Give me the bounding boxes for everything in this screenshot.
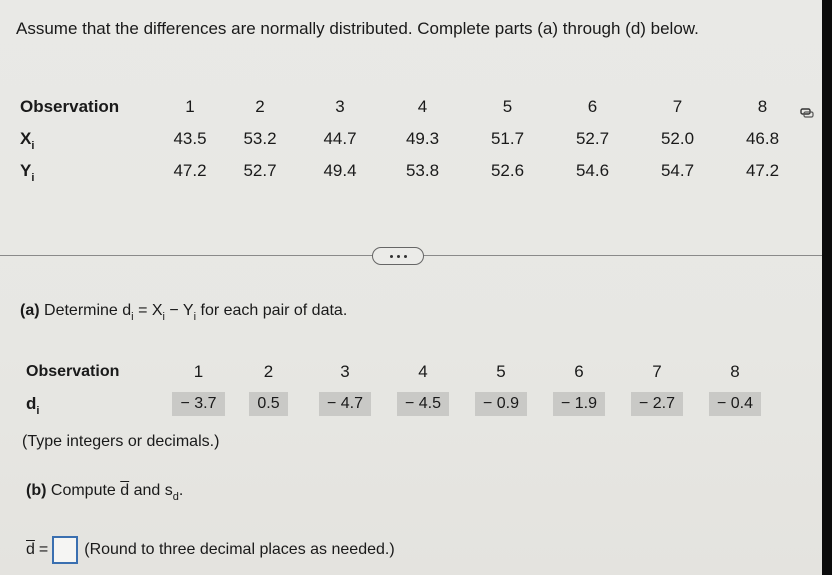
obs-5: 5	[502, 97, 513, 116]
d-subscript: i	[36, 405, 40, 417]
obs-4: 4	[417, 97, 428, 116]
d-bar-answer-row: d = (Round to three decimal places as ne…	[26, 536, 395, 564]
obs-2: 2	[263, 362, 274, 381]
rounding-hint: (Round to three decimal places as needed…	[84, 541, 395, 558]
y-value: 52.6	[490, 161, 525, 180]
obs-3: 3	[340, 362, 350, 381]
obs-3: 3	[335, 97, 345, 116]
x-value: 52.7	[575, 129, 610, 148]
obs-1: 1	[185, 97, 195, 116]
subscript: i	[162, 311, 165, 323]
x-value: 52.0	[660, 129, 695, 148]
x-value: 49.3	[405, 129, 440, 148]
obs-7: 7	[652, 362, 662, 381]
x-label: Xi	[20, 123, 160, 155]
observation-header: Observation	[26, 363, 120, 380]
data-table: Observation 1 2 3 4 5 6 7 8 Xi 43.5 53.2…	[20, 91, 805, 187]
format-note: (Type integers or decimals.)	[22, 433, 220, 450]
part-a-text: = X	[133, 302, 163, 319]
d-cell: − 3.7	[166, 388, 231, 420]
d-answer-box[interactable]: − 4.7	[318, 392, 372, 416]
d-cell: − 2.7	[618, 388, 696, 420]
d-answer-box[interactable]: − 0.4	[708, 392, 762, 416]
d-answer-box[interactable]: 0.5	[249, 392, 288, 416]
y-label: Yi	[20, 155, 160, 187]
x-value: 44.7	[323, 129, 357, 148]
y-value: 49.4	[323, 161, 357, 180]
screen-edge	[822, 0, 832, 575]
y-letter: Y	[20, 161, 32, 180]
y-value: 47.2	[173, 161, 207, 180]
obs-4: 4	[418, 362, 428, 381]
part-a-label: (a)	[20, 302, 40, 319]
d-answer-box[interactable]: − 4.5	[396, 392, 450, 416]
part-b-text: Compute	[50, 482, 121, 499]
part-a-text: − Y	[164, 302, 194, 319]
part-b-label: (b)	[26, 482, 47, 499]
table-row-d: di − 3.7 0.5 − 4.7 − 4.5 − 0.9 − 1.9 − 2…	[26, 388, 774, 420]
observation-header: Observation	[20, 97, 120, 116]
d-bar-symbol: d	[120, 482, 130, 499]
x-value: 43.5	[173, 129, 207, 148]
obs-8: 8	[757, 97, 768, 116]
more-dots-icon[interactable]	[372, 247, 424, 265]
d-bar-input[interactable]	[52, 536, 79, 564]
obs-8: 8	[730, 362, 740, 381]
table-row-observation: Observation 1 2 3 4 5 6 7 8	[20, 91, 805, 123]
x-value: 46.8	[745, 129, 780, 148]
y-value: 54.6	[575, 161, 610, 180]
x-subscript: i	[31, 140, 35, 152]
question-page: Assume that the differences are normally…	[0, 0, 822, 575]
obs-2: 2	[255, 97, 265, 116]
d-answer-box[interactable]: − 1.9	[552, 392, 606, 416]
table-row-y: Yi 47.2 52.7 49.4 53.8 52.6 54.6 54.7 47…	[20, 155, 805, 187]
part-b-prompt: (b) Compute d and sd.	[26, 482, 184, 503]
d-answer-box[interactable]: − 2.7	[630, 392, 684, 416]
y-value: 52.7	[243, 161, 277, 180]
x-value: 53.2	[243, 129, 277, 148]
obs-7: 7	[672, 97, 683, 116]
d-cell: − 4.7	[306, 388, 384, 420]
y-subscript: i	[31, 172, 35, 184]
part-b-text: .	[178, 482, 184, 499]
subscript: i	[131, 311, 134, 323]
obs-1: 1	[193, 362, 204, 381]
d-label: di	[26, 388, 166, 420]
part-a-text: for each pair of data.	[196, 302, 348, 319]
part-a-text: Determine d	[44, 302, 132, 319]
y-value: 47.2	[745, 161, 780, 180]
differences-table: Observation 1 2 3 4 5 6 7 8 di − 3.7 0.5…	[26, 356, 774, 420]
y-value: 54.7	[660, 161, 695, 180]
d-cell: − 4.5	[384, 388, 462, 420]
d-cell: − 0.4	[696, 388, 774, 420]
y-value: 53.8	[405, 161, 440, 180]
d-letter: d	[26, 394, 37, 413]
x-value: 51.7	[490, 129, 525, 148]
subscript: i	[193, 311, 197, 323]
d-cell: − 0.9	[462, 388, 540, 420]
d-cell: − 1.9	[540, 388, 618, 420]
copy-icon[interactable]	[800, 108, 814, 118]
question-intro: Assume that the differences are normally…	[16, 19, 699, 38]
x-letter: X	[20, 129, 32, 148]
obs-6: 6	[587, 97, 598, 116]
d-answer-box[interactable]: − 0.9	[474, 392, 528, 416]
table-row-observation: Observation 1 2 3 4 5 6 7 8	[26, 356, 774, 388]
subscript: d	[172, 491, 179, 503]
table-row-x: Xi 43.5 53.2 44.7 49.3 51.7 52.7 52.0 46…	[20, 123, 805, 155]
part-a-prompt: (a) Determine di = Xi − Yi for each pair…	[20, 302, 348, 323]
part-b-text: and s	[129, 482, 173, 499]
obs-6: 6	[574, 362, 584, 381]
equals-sign: =	[38, 541, 49, 558]
d-bar-symbol: d	[26, 541, 35, 558]
obs-5: 5	[496, 362, 506, 381]
d-cell: 0.5	[231, 388, 306, 420]
d-answer-box[interactable]: − 3.7	[172, 392, 225, 416]
